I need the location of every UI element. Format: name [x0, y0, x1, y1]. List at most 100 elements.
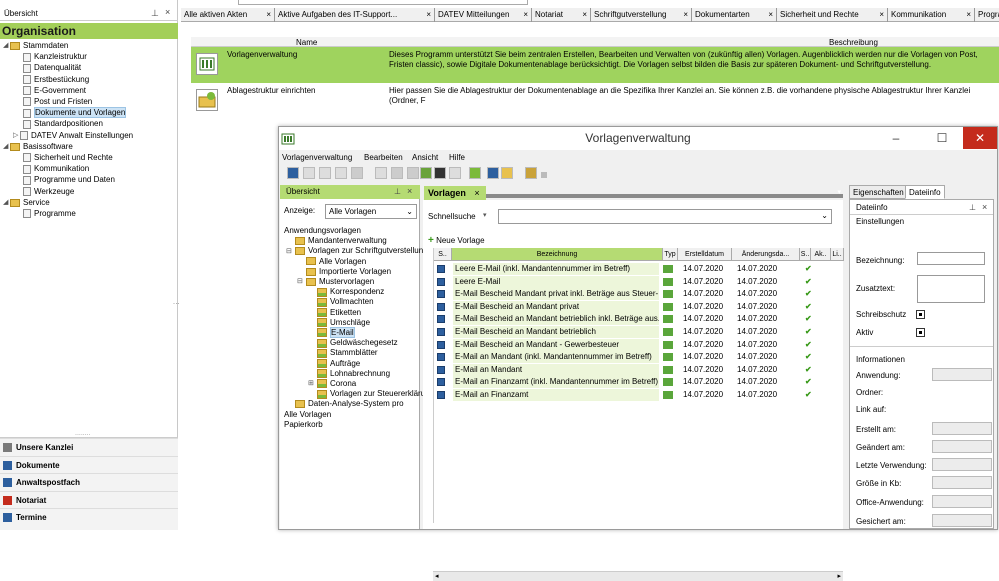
- tree-item[interactable]: Datenqualität: [23, 62, 81, 73]
- tree-item[interactable]: Sicherheit und Rechte: [23, 152, 113, 163]
- tree-item[interactable]: Erstbestückung: [23, 74, 89, 85]
- close-icon[interactable]: ×: [523, 8, 528, 22]
- aktiv-checkbox[interactable]: [916, 328, 925, 337]
- menu-bearbeiten[interactable]: Bearbeiten: [364, 151, 403, 165]
- toolbar-button-3[interactable]: [319, 167, 331, 179]
- expand-icon[interactable]: ▷: [13, 130, 20, 141]
- close-icon[interactable]: ×: [879, 8, 884, 22]
- grid-col-header[interactable]: S..: [434, 248, 452, 261]
- splitter-grip[interactable]: ........: [75, 430, 91, 437]
- close-icon[interactable]: ×: [407, 186, 412, 196]
- grid-col-header[interactable]: Li..: [831, 248, 844, 261]
- table-row[interactable]: Vorlagenverwaltung Dieses Programm unter…: [191, 47, 999, 83]
- grid-col-header[interactable]: Bezeichnung: [452, 248, 663, 261]
- tree-item[interactable]: Standardpositionen: [23, 118, 103, 129]
- grid-row[interactable]: Leere E-Mail (inkl. Mandantennummer im B…: [434, 263, 844, 276]
- col-description-header[interactable]: Beschreibung: [829, 38, 878, 47]
- zusatztext-field[interactable]: [917, 275, 985, 303]
- window-titlebar[interactable]: Vorlagenverwaltung – ☐ ✕: [279, 127, 997, 150]
- close-icon[interactable]: ×: [982, 202, 987, 212]
- grid-row[interactable]: E-Mail an Finanzamt 14.07.2020 14.07.2020 ✔: [434, 389, 844, 402]
- new-template-button[interactable]: + Neue Vorlage: [428, 235, 485, 246]
- toolbar-button-10[interactable]: [434, 167, 446, 179]
- expand-icon[interactable]: ⊟: [286, 246, 295, 257]
- grid-row[interactable]: E-Mail Bescheid an Mandant betrieblich 14…: [434, 326, 844, 339]
- grid-row[interactable]: E-Mail an Finanzamt (inkl. Mandantennumm…: [434, 376, 844, 389]
- close-icon[interactable]: ×: [683, 8, 688, 22]
- window-close-icon[interactable]: ✕: [963, 127, 997, 149]
- tab-2[interactable]: Aktive Aufgaben des IT-Support... ×: [275, 8, 435, 22]
- tree-item[interactable]: ◢ Service: [3, 197, 50, 208]
- tree-item[interactable]: Post und Fristen: [23, 96, 92, 107]
- col-name-header[interactable]: Name: [296, 38, 317, 47]
- tab-5[interactable]: Schriftgutverstellung ×: [591, 8, 692, 22]
- toolbar-button-16[interactable]: [541, 172, 547, 178]
- grid-row[interactable]: E-Mail Bescheid an Mandant betrieblich i…: [434, 313, 844, 326]
- tree-item[interactable]: E-Government: [23, 85, 86, 96]
- grid-row[interactable]: E-Mail Bescheid Mandant privat inkl. Bet…: [434, 288, 844, 301]
- grid-row[interactable]: E-Mail an Mandant (inkl. Mandantennummer…: [434, 351, 844, 364]
- tab-8[interactable]: Kommunikation ×: [888, 8, 975, 22]
- toolbar-button-12[interactable]: [469, 167, 481, 179]
- dropdown-icon[interactable]: ▾: [837, 188, 841, 196]
- pin-icon[interactable]: ⊥: [969, 203, 976, 212]
- close-icon[interactable]: ×: [426, 8, 431, 22]
- menu-hilfe[interactable]: Hilfe: [449, 151, 465, 165]
- grid-row[interactable]: E-Mail an Mandant 14.07.2020 14.07.2020 ✔: [434, 363, 844, 377]
- tab-6[interactable]: Dokumentarten ×: [692, 8, 777, 22]
- horizontal-scrollbar[interactable]: ◂ ▸: [433, 571, 843, 581]
- menu-vorlagenverwaltung[interactable]: Vorlagenverwaltung: [282, 151, 352, 165]
- vertical-splitter[interactable]: ⋮: [172, 300, 179, 330]
- schreibschutz-checkbox[interactable]: [916, 310, 925, 319]
- tree-item[interactable]: ◢ Basissoftware: [3, 141, 73, 152]
- nav-item-termine[interactable]: Termine: [0, 508, 178, 525]
- expand-icon[interactable]: ⊟: [297, 276, 306, 287]
- toolbar-button-7[interactable]: [391, 167, 403, 179]
- grid-row[interactable]: E-Mail Bescheid an Mandant privat 14.07.2…: [434, 300, 844, 314]
- tree-item[interactable]: Dokumente und Vorlagen: [23, 107, 127, 119]
- tab-eigenschaften[interactable]: Eigenschaften: [849, 185, 908, 199]
- expand-icon[interactable]: ⊞: [308, 378, 317, 389]
- tree-item[interactable]: Kommunikation: [23, 163, 89, 174]
- toolbar-button-8[interactable]: [407, 167, 419, 179]
- grid-col-header[interactable]: Änderungsda...: [732, 248, 800, 261]
- grid-row[interactable]: Leere E-Mail 14.07.2020 14.07.2020 ✔: [434, 275, 844, 289]
- tree-item[interactable]: Papierkorb: [284, 419, 323, 430]
- toolbar-button-2[interactable]: [303, 167, 315, 179]
- expand-icon[interactable]: ◢: [3, 197, 10, 208]
- toolbar-button-6[interactable]: [375, 167, 387, 179]
- nav-item-anwaltspostfach[interactable]: Anwaltspostfach: [0, 473, 178, 490]
- tree-item[interactable]: Kanzleistruktur: [23, 51, 87, 62]
- grid-col-header[interactable]: Typ: [663, 248, 678, 261]
- tab-1[interactable]: Alle aktiven Akten ×: [181, 8, 275, 22]
- tree-item[interactable]: Programme: [23, 208, 76, 219]
- toolbar-button-1[interactable]: [287, 167, 299, 179]
- pin-icon[interactable]: ⊥: [394, 187, 401, 196]
- anzeige-select[interactable]: Alle Vorlagen ⌄: [325, 204, 417, 219]
- table-row[interactable]: Ablagestruktur einrichten Hier passen Si…: [191, 83, 999, 119]
- pin-icon[interactable]: ⊥: [151, 8, 159, 19]
- tree-item[interactable]: ◢ Stammdaten: [3, 40, 68, 51]
- close-icon[interactable]: ×: [266, 8, 271, 22]
- close-icon[interactable]: ×: [474, 188, 479, 198]
- toolbar-button-11[interactable]: [449, 167, 461, 179]
- tab-3[interactable]: DATEV Mitteilungen ×: [435, 8, 532, 22]
- grid-col-header[interactable]: Erstelldatum: [678, 248, 732, 261]
- expand-icon[interactable]: ◢: [3, 141, 10, 152]
- tab-vorlagen[interactable]: Vorlagen ×: [424, 186, 486, 200]
- scroll-left-icon[interactable]: ◂: [435, 572, 439, 580]
- nav-item-unsere-kanzlei[interactable]: Unsere Kanzlei: [0, 438, 178, 455]
- nav-item-notariat[interactable]: Notariat: [0, 490, 178, 508]
- schnellsuche-input[interactable]: ⌄: [498, 209, 832, 224]
- minimize-icon[interactable]: –: [881, 127, 911, 149]
- maximize-icon[interactable]: ☐: [927, 127, 957, 149]
- expand-icon[interactable]: ◢: [3, 40, 10, 51]
- grid-row[interactable]: E-Mail Bescheid an Mandant - Gewerbesteu…: [434, 338, 844, 352]
- menu-ansicht[interactable]: Ansicht: [412, 151, 438, 165]
- toolbar-button-13[interactable]: [487, 167, 499, 179]
- tree-item[interactable]: Werkzeuge: [23, 186, 74, 197]
- grid-col-header[interactable]: Ak..: [811, 248, 831, 261]
- close-icon[interactable]: ×: [768, 8, 773, 22]
- tab-4[interactable]: Notariat ×: [532, 8, 591, 22]
- bezeichnung-field[interactable]: [917, 252, 985, 265]
